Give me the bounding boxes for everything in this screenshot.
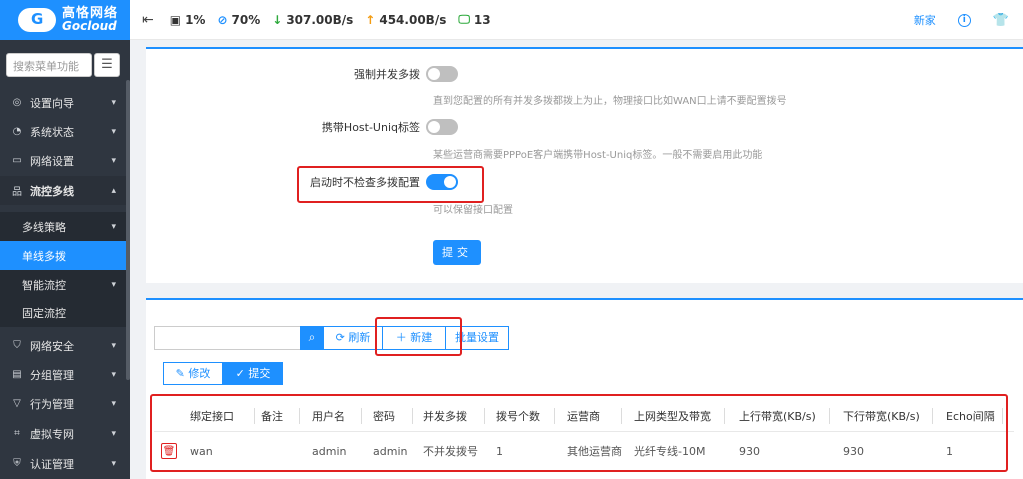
chevron-down-icon: ▾ (111, 126, 116, 137)
sidebar-scrollbar[interactable] (126, 80, 130, 380)
highlight-box (375, 317, 462, 356)
check-icon: ✓ (235, 367, 249, 380)
sidebar-item-network[interactable]: ▭ 网络设置 ▾ (0, 146, 128, 175)
sidebar-item-behavior[interactable]: ▽ 行为管理 ▾ (0, 389, 128, 418)
edit-button[interactable]: ✎ 修改 (163, 362, 223, 385)
list-icon: ▤ (12, 369, 22, 380)
multi-dial-settings-panel: 强制并发多拨 直到您配置的所有并发多拨都拨上为止，物理接口比如WAN口上请不要配… (146, 47, 1023, 283)
force-dial-row: 强制并发多拨 (146, 65, 458, 83)
chevron-down-icon: ▾ (111, 369, 116, 380)
monitor-icon: 🖵 (458, 12, 470, 26)
compass-icon: ◎ (12, 97, 22, 108)
shirt-icon[interactable]: 👕 (993, 13, 1009, 28)
sidebar-item-status[interactable]: ◔ 系统状态 ▾ (0, 117, 128, 146)
force-dial-label: 强制并发多拨 (354, 68, 420, 81)
no-check-help: 可以保留接口配置 (433, 205, 513, 216)
host-uniq-row: 携带Host-Uniq标签 (146, 118, 458, 136)
brand-name-en: Gocloud (62, 19, 117, 33)
submit-button[interactable]: 提交 (433, 240, 481, 265)
sidebar-item-vpn[interactable]: ⌗ 虚拟专网 ▾ (0, 419, 128, 448)
sidebar-item-single-line-multi-dial[interactable]: 单线多拨 (0, 241, 128, 270)
site-name-link[interactable]: 新家 (914, 12, 936, 28)
refresh-button[interactable]: ⟳ 刷新 (323, 326, 383, 350)
info-icon[interactable]: i (957, 13, 971, 27)
edit-icon: ✎ (175, 367, 189, 380)
cpu-stat: ▣ 1% (169, 12, 206, 27)
sitemap-icon: 品 (12, 187, 22, 198)
chevron-down-icon: ▾ (111, 428, 116, 439)
host-uniq-help: 某些运营商需要PPPoE客户端携带Host-Uniq标签。一般不需要启用此功能 (433, 150, 763, 161)
host-uniq-label: 携带Host-Uniq标签 (321, 121, 420, 134)
auth-icon: ⛨ (13, 458, 21, 469)
chevron-down-icon: ▾ (111, 155, 116, 166)
list-search-input[interactable] (154, 326, 300, 350)
memory-icon: ⊘ (217, 12, 228, 27)
vpn-icon: ⌗ (14, 428, 20, 439)
chevron-down-icon: ▾ (111, 340, 116, 351)
chevron-down-icon: ▾ (111, 458, 116, 469)
list-submit-button[interactable]: ✓ 提交 (223, 362, 283, 385)
highlight-box (150, 394, 1008, 472)
chevron-up-icon: ▴ (111, 185, 116, 196)
force-dial-help: 直到您配置的所有并发多拨都拨上为止，物理接口比如WAN口上请不要配置拨号 (433, 96, 787, 107)
chevron-down-icon: ▾ (111, 279, 116, 290)
sidebar-item-security[interactable]: ⛉ 网络安全 ▾ (0, 331, 128, 360)
collapse-menu-icon[interactable]: ⇤ (142, 12, 154, 28)
sidebar-item-wizard[interactable]: ◎ 设置向导 ▾ (0, 88, 128, 117)
cloud-logo-icon (18, 8, 56, 32)
cpu-icon: ▣ (169, 12, 182, 27)
brand-logo[interactable]: 高恪网络 Gocloud (0, 0, 130, 40)
sidebar-item-groups[interactable]: ▤ 分组管理 ▾ (0, 360, 128, 389)
upload-stat: ↑ 454.00B/s (365, 12, 447, 27)
top-bar: ⇤ ▣ 1% ⊘ 70% ↓ 307.00B/s ↑ 454.00B/s 🖵 13 新家 … (130, 0, 1023, 40)
chevron-down-icon: ▾ (111, 398, 116, 409)
sidebar-item-multiline-policy[interactable]: 多线策略 ▾ (0, 212, 128, 241)
memory-stat: ⊘ 70% (217, 12, 261, 27)
host-uniq-toggle[interactable] (426, 119, 458, 135)
chevron-down-icon: ▾ (111, 221, 116, 232)
shield-icon: ⛉ (13, 340, 21, 351)
arrow-up-icon: ↑ (365, 12, 376, 27)
monitor-icon: ▭ (12, 155, 22, 166)
search-icon[interactable]: ⌕ (300, 326, 324, 350)
sidebar-item-flow-multiline[interactable]: 品流控多线 ▴ (0, 176, 128, 205)
chevron-down-icon: ▾ (111, 97, 116, 108)
download-stat: ↓ 307.00B/s (272, 12, 354, 27)
sidebar-item-smart-flow[interactable]: 智能流控 ▾ (0, 270, 128, 299)
menu-list-icon[interactable]: ☰ (94, 53, 120, 77)
highlight-box (297, 166, 484, 203)
sidebar-item-fixed-flow[interactable]: 固定流控 (0, 298, 128, 327)
filter-icon: ▽ (13, 398, 21, 409)
refresh-icon: ⟳ (335, 331, 349, 344)
menu-search-input[interactable]: 搜索菜单功能 (6, 53, 92, 77)
dashboard-icon: ◔ (12, 126, 22, 137)
dial-list-panel: ⌕ ⟳ 刷新 ＋ 新建 批量设置 ✎ 修改 ✓ 提交 绑定接口 备注 用户名 密… (146, 298, 1023, 479)
force-dial-toggle[interactable] (426, 66, 458, 82)
arrow-down-icon: ↓ (272, 12, 283, 27)
sidebar: 高恪网络 Gocloud 搜索菜单功能 ☰ ◎设置向导▾ ◔系统状态▾ ▭网络设… (0, 0, 130, 479)
sidebar-item-auth[interactable]: ⛨ 认证管理 ▾ (0, 449, 128, 478)
clients-stat: 🖵 13 (458, 12, 491, 27)
